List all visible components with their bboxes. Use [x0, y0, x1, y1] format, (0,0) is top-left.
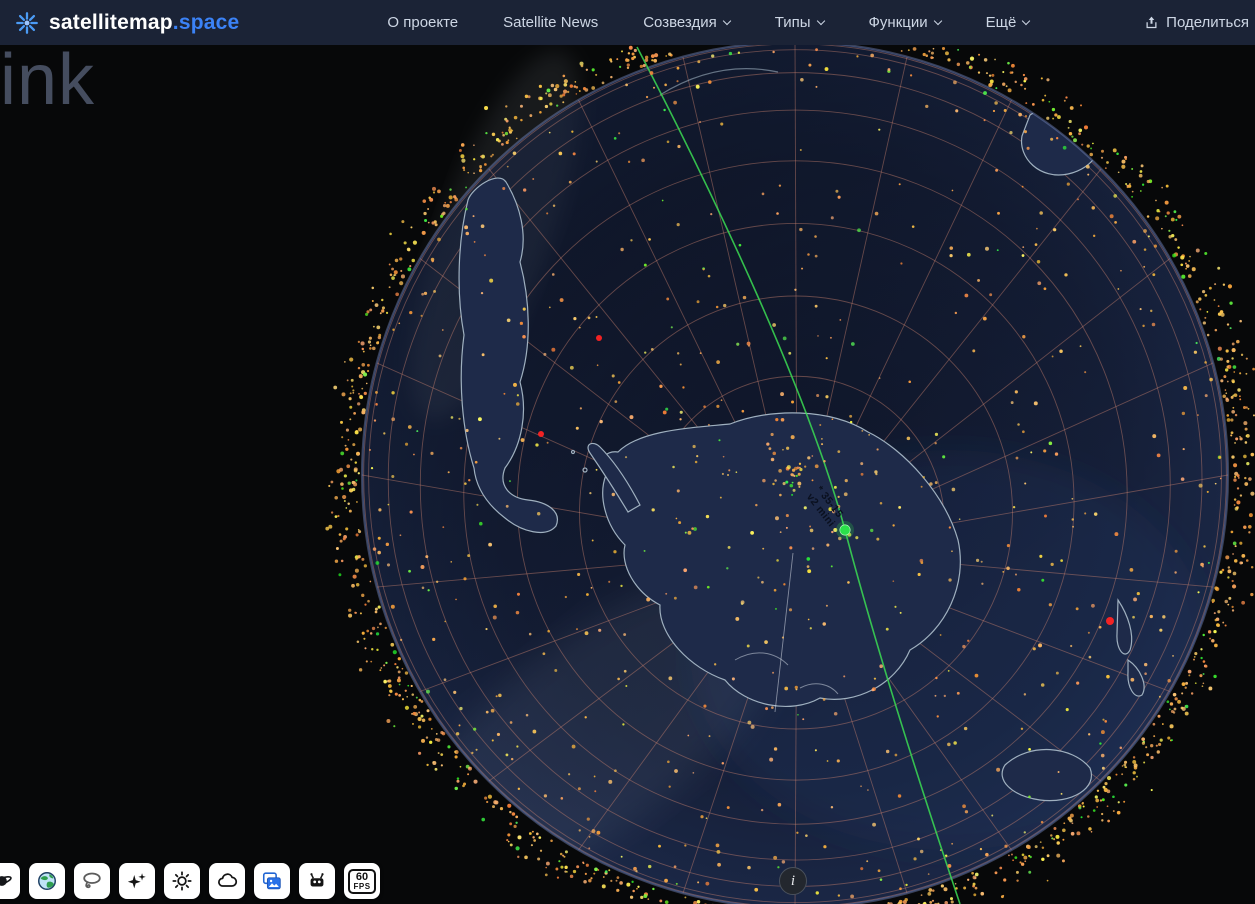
- starlink-watermark: ink: [0, 40, 96, 120]
- brand-name: satellitemap.space: [49, 10, 240, 34]
- lasso-icon: [83, 872, 101, 889]
- brand-logo[interactable]: satellitemap.space: [14, 10, 239, 36]
- nav-item-more[interactable]: Ещё: [985, 14, 1031, 31]
- cloud-icon: [218, 873, 238, 887]
- nav-item-functions[interactable]: Функции: [868, 14, 942, 31]
- robot-button[interactable]: [299, 863, 335, 899]
- nav-label: Satellite News: [503, 14, 599, 31]
- nav-label: Ещё: [985, 14, 1017, 31]
- saturn-icon: [0, 875, 12, 887]
- selected-satellite[interactable]: [839, 524, 851, 536]
- robot-icon: [310, 873, 324, 887]
- images-icon: [262, 872, 281, 890]
- chevron-down-icon: [722, 16, 731, 25]
- nav-item-about[interactable]: О проекте: [387, 14, 458, 31]
- nav-item-constellations[interactable]: Созвездия: [643, 14, 731, 31]
- globe-canvas[interactable]: * 35-15 v2 mini: [0, 0, 1255, 904]
- nav-label: Созвездия: [643, 14, 717, 31]
- chevron-down-icon: [933, 16, 942, 25]
- nav-label: Функции: [868, 14, 928, 31]
- nav-label: Поделиться: [1166, 14, 1249, 31]
- nav-label: О проекте: [387, 14, 459, 31]
- fps-unit: FPS: [353, 881, 371, 891]
- nav-item-news[interactable]: Satellite News: [503, 14, 598, 31]
- view-toolbar: 60 FPS: [0, 863, 380, 899]
- brand-tld: .space: [172, 10, 240, 34]
- chevron-down-icon: [1022, 16, 1031, 25]
- nav-item-types[interactable]: Типы: [774, 14, 825, 31]
- top-navbar: satellitemap.space О проекте Satellite N…: [0, 0, 1255, 45]
- info-button[interactable]: i: [779, 867, 807, 895]
- earth-texture-button[interactable]: [29, 863, 65, 899]
- main-nav: О проекте Satellite News Созвездия Типы …: [387, 14, 1031, 31]
- fps-button[interactable]: 60 FPS: [344, 863, 380, 899]
- lasso-select-button[interactable]: [74, 863, 110, 899]
- chevron-down-icon: [816, 16, 825, 25]
- share-icon: [1146, 16, 1157, 29]
- effects-button[interactable]: [119, 863, 155, 899]
- daylight-button[interactable]: [164, 863, 200, 899]
- nav-label: Типы: [774, 14, 811, 31]
- earth-icon: [38, 872, 56, 890]
- fps-badge: 60 FPS: [348, 868, 376, 894]
- sparkles-icon: [127, 873, 146, 889]
- sun-icon: [172, 871, 192, 891]
- app-stage: * 35-15 v2 mini ink satellitemap.space О…: [0, 0, 1255, 904]
- nav-item-share[interactable]: Поделиться: [1144, 14, 1249, 31]
- logo-icon: [16, 11, 38, 34]
- screenshots-button[interactable]: [254, 863, 290, 899]
- fps-value: 60: [355, 870, 369, 883]
- clouds-button[interactable]: [209, 863, 245, 899]
- saturn-button[interactable]: [0, 863, 20, 899]
